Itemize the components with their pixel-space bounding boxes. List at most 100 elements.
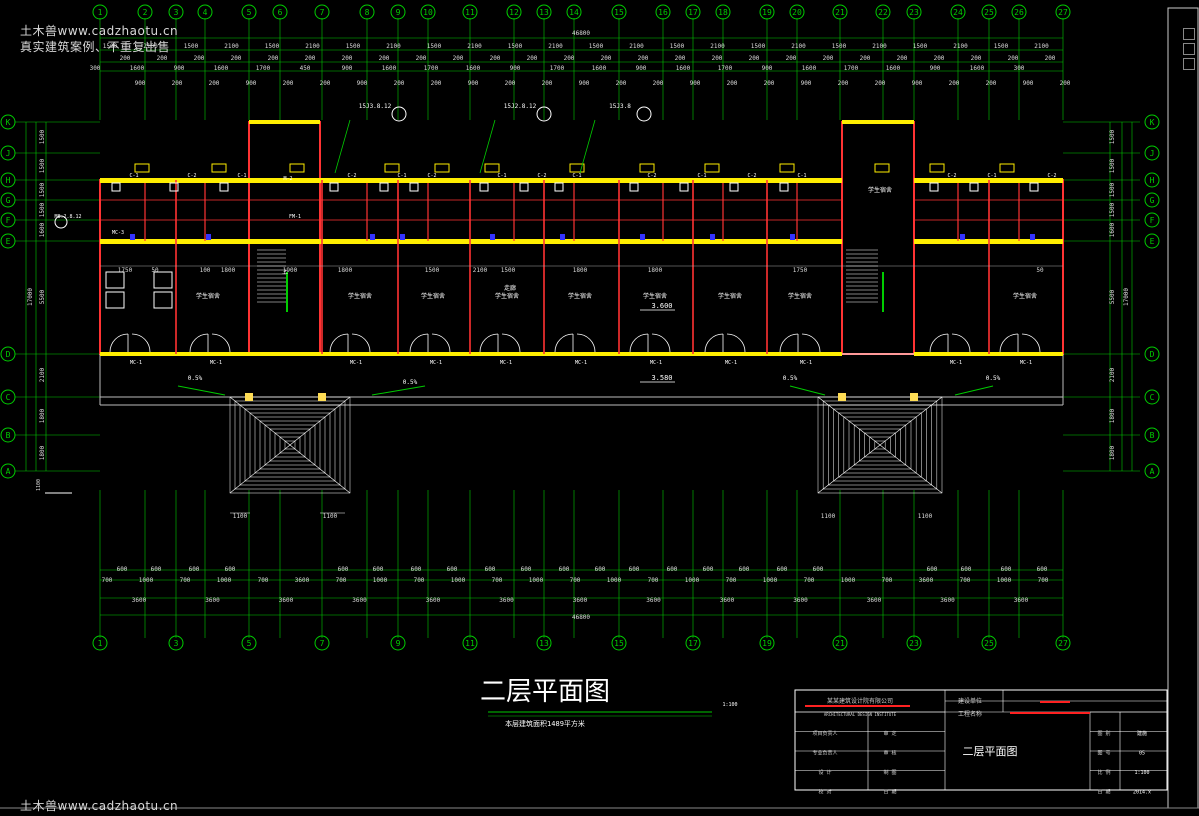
dim-bottom-3600: 3600 — [793, 597, 808, 604]
door-arc — [1021, 333, 1041, 353]
slope-arrow — [177, 385, 226, 396]
stair-core-right — [841, 121, 915, 355]
dim-top-small: 900 — [690, 80, 701, 87]
window-label: C-2 — [347, 173, 356, 179]
room-label-top: 学生宿舍 — [868, 186, 892, 194]
dim-bottom-3600: 3600 — [867, 597, 882, 604]
tb-right-label: 图 号 — [1097, 751, 1110, 757]
callout-bubble — [391, 106, 407, 122]
door-mc3: MC-3 — [112, 230, 124, 236]
dim-top-small: 200 — [157, 55, 168, 62]
tb-right-value: 1:100 — [1134, 770, 1149, 776]
dim-bottom-row2: 700 — [726, 577, 737, 584]
axis-label-top: 7 — [320, 8, 325, 17]
dim-left: 1500 — [39, 182, 46, 197]
dim-bottom-row2: 1000 — [451, 577, 466, 584]
window-tag — [874, 163, 890, 173]
canopy-column — [318, 393, 326, 401]
cad-drawing-canvas[interactable]: 1 2 3 4 5 6 7 8 9 10 11 12 13 14 15 16 17 18 19 20 21 22 23 24 2… — [0, 0, 1199, 812]
door-marker — [206, 234, 211, 240]
dim-top-row2: 1600 — [676, 65, 691, 72]
door-arc — [329, 333, 349, 353]
door-arc — [801, 333, 821, 353]
canopy-dim: 1100 — [821, 513, 836, 520]
door-marker — [400, 234, 405, 240]
axis-label-top: 22 — [878, 8, 888, 17]
window-label: C-2 — [187, 173, 196, 179]
dim-top-row2: 900 — [636, 65, 647, 72]
canopy-dim: 1100 — [233, 513, 248, 520]
window-label: C-1 — [129, 173, 138, 179]
axis-label-top: 16 — [658, 8, 668, 17]
dim-bottom-600: 600 — [373, 566, 384, 573]
window-label: C-1 — [497, 173, 506, 179]
side-tab[interactable] — [1183, 58, 1195, 70]
dim-top-row2: 1600 — [802, 65, 817, 72]
window-tag — [434, 163, 450, 173]
dim-bottom-3600: 3600 — [646, 597, 661, 604]
dim-top-row2: 900 — [174, 65, 185, 72]
dim-top-small: 200 — [934, 55, 945, 62]
axis-label-top: 25 — [984, 8, 994, 17]
dim-overall: 46800 — [572, 30, 590, 37]
dim-left: 1500 — [39, 158, 46, 173]
stair-core-left — [248, 121, 321, 355]
dim-bottom-600: 600 — [667, 566, 678, 573]
door-label: MC-1 — [210, 360, 222, 366]
door-arc — [951, 333, 971, 353]
door-arc — [479, 333, 499, 353]
slope-arrow — [954, 385, 994, 396]
door-arc — [554, 333, 574, 353]
dim-top-row2: 1600 — [970, 65, 985, 72]
dim-top-row2: 900 — [342, 65, 353, 72]
dim-right: 1500 — [1109, 202, 1116, 217]
dim-bottom-row2: 1000 — [217, 577, 232, 584]
dim-top-small: 200 — [283, 80, 294, 87]
dim-top-small: 200 — [505, 80, 516, 87]
window-band-top — [100, 178, 842, 183]
side-tab[interactable] — [1183, 28, 1195, 40]
dim-right: 5500 — [1109, 289, 1116, 304]
door-arc — [576, 333, 596, 353]
axis-label-bottom: 13 — [539, 639, 549, 648]
dim-bottom-600: 600 — [225, 566, 236, 573]
window-tag — [289, 163, 305, 173]
axis-label-right: E — [1150, 237, 1155, 246]
door-arc — [131, 333, 151, 353]
dim-bottom-row2: 1000 — [373, 577, 388, 584]
dim-top-small: 200 — [172, 80, 183, 87]
window-label: C-1 — [987, 173, 996, 179]
dim-top-row1: 2100 — [1034, 43, 1049, 50]
side-tab[interactable] — [1183, 43, 1195, 55]
window-tag — [134, 163, 150, 173]
axis-label-top: 4 — [203, 8, 208, 17]
axis-label-left: G — [6, 196, 11, 205]
tb-left-label: 设 计 — [818, 769, 831, 776]
dim-bottom-600: 600 — [777, 566, 788, 573]
elevation-2: 3.580 — [651, 374, 672, 382]
slope: 0.5% — [783, 375, 798, 382]
stair-window — [249, 120, 320, 124]
dim-top-row2: 1700 — [424, 65, 439, 72]
dim-top-small: 200 — [712, 55, 723, 62]
drawing-title: 二层平面图 — [480, 677, 610, 707]
room-label: 学生宿舍 — [643, 292, 667, 300]
dim-bottom-row2: 700 — [960, 577, 971, 584]
toilet-fixture — [519, 182, 529, 192]
dim-bottom-row2: 700 — [414, 577, 425, 584]
dim-top-row1: 2100 — [791, 43, 806, 50]
toilet-fixture — [409, 182, 419, 192]
door-m2: M-2 — [283, 176, 292, 182]
tb-right-value: 建施 — [1137, 730, 1147, 737]
dim-top-row1: 2100 — [872, 43, 887, 50]
axis-label-top: 6 — [278, 8, 283, 17]
axis-label-top: 24 — [953, 8, 963, 17]
dim-top-row1: 1500 — [427, 43, 442, 50]
drawing-area: 本层建筑面积1489平方米 — [505, 719, 585, 728]
dim-top-small: 200 — [653, 80, 664, 87]
dim-top-row1: 1500 — [913, 43, 928, 50]
axis-label-bottom: 9 — [396, 639, 401, 648]
dim-top-small: 200 — [453, 55, 464, 62]
door-arc — [501, 333, 521, 353]
toilet-fixture — [629, 182, 639, 192]
